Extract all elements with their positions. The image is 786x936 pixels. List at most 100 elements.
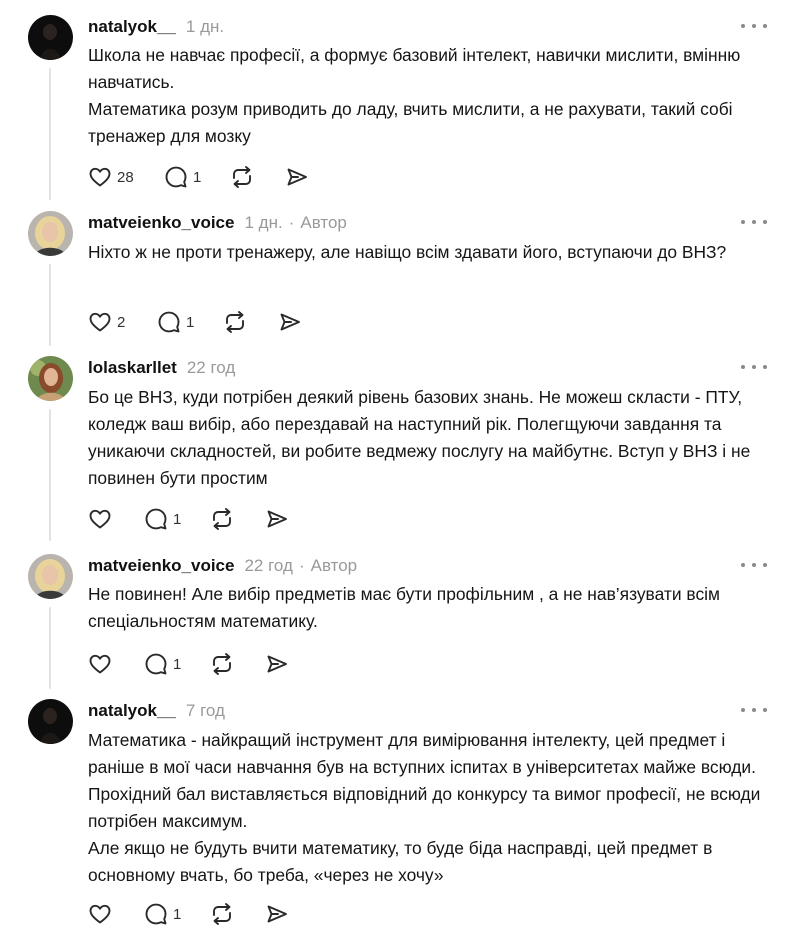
timestamp[interactable]: 1 дн. bbox=[244, 213, 282, 233]
repost-button[interactable] bbox=[229, 164, 255, 190]
timestamp[interactable]: 1 дн. bbox=[186, 17, 224, 37]
heart-icon bbox=[88, 902, 112, 926]
reply-button[interactable]: 1 bbox=[164, 164, 207, 190]
share-icon bbox=[285, 165, 309, 189]
repost-icon bbox=[209, 506, 235, 532]
reply-button[interactable]: 1 bbox=[157, 309, 200, 335]
author-badge: Автор bbox=[300, 213, 347, 232]
like-button[interactable]: 2 bbox=[88, 309, 133, 335]
avatar[interactable] bbox=[28, 356, 73, 401]
post-text: Бо це ВНЗ, куди потрібен деякий рівень б… bbox=[88, 384, 773, 492]
timestamp[interactable]: 22 год bbox=[187, 358, 235, 378]
heart-icon bbox=[88, 652, 112, 676]
heart-icon bbox=[88, 507, 112, 531]
username[interactable]: natalyok__ bbox=[88, 17, 176, 37]
post-paragraph: Ніхто ж не проти тренажеру, але навіщо в… bbox=[88, 242, 727, 262]
reply-count: 1 bbox=[193, 168, 202, 186]
repost-icon bbox=[209, 901, 235, 927]
repost-button[interactable] bbox=[222, 309, 248, 335]
more-icon bbox=[741, 24, 745, 28]
timestamp[interactable]: 7 год bbox=[186, 701, 225, 721]
share-icon bbox=[265, 902, 289, 926]
more-icon bbox=[741, 563, 745, 567]
post-text: Ніхто ж не проти тренажеру, але навіщо в… bbox=[88, 239, 773, 266]
post-text: Математика - найкращий інструмент для ви… bbox=[88, 727, 773, 889]
repost-icon bbox=[229, 164, 255, 190]
username[interactable]: lolaskarllet bbox=[88, 358, 177, 378]
comment-icon bbox=[144, 652, 168, 676]
post-text: Не повинен! Але вибір предметів має бути… bbox=[88, 581, 773, 635]
more-options-button[interactable] bbox=[741, 704, 767, 716]
avatar[interactable] bbox=[28, 699, 73, 744]
avatar[interactable] bbox=[28, 211, 73, 256]
repost-icon bbox=[222, 309, 248, 335]
post-paragraph: Бо це ВНЗ, куди потрібен деякий рівень б… bbox=[88, 387, 751, 488]
reply-button[interactable]: 1 bbox=[144, 901, 187, 927]
action-bar: 1 bbox=[88, 506, 289, 532]
repost-button[interactable] bbox=[209, 901, 235, 927]
share-button[interactable] bbox=[265, 901, 289, 927]
more-icon bbox=[741, 220, 745, 224]
post-paragraph: Не повинен! Але вибір предметів має бути… bbox=[88, 584, 720, 631]
timestamp[interactable]: 22 год bbox=[244, 556, 292, 576]
action-bar: 2 1 bbox=[88, 309, 302, 335]
reply-count: 1 bbox=[173, 905, 182, 923]
share-button[interactable] bbox=[278, 309, 302, 335]
username[interactable]: matveienko_voice bbox=[88, 556, 234, 576]
action-bar: 28 1 bbox=[88, 164, 309, 190]
like-button[interactable] bbox=[88, 901, 112, 927]
heart-icon bbox=[88, 165, 112, 189]
post-paragraph: Математика - найкращий інструмент для ви… bbox=[88, 730, 761, 831]
avatar[interactable] bbox=[28, 15, 73, 60]
share-button[interactable] bbox=[265, 651, 289, 677]
comment-icon bbox=[157, 310, 181, 334]
like-button[interactable]: 28 bbox=[88, 164, 139, 190]
share-icon bbox=[278, 310, 302, 334]
repost-button[interactable] bbox=[209, 506, 235, 532]
post-header: natalyok__ 7 год bbox=[88, 699, 225, 723]
thread-line bbox=[49, 607, 51, 689]
more-options-button[interactable] bbox=[741, 20, 767, 32]
author-badge: Автор bbox=[310, 556, 358, 575]
post-header: matveienko_voice 22 год · Автор bbox=[88, 554, 357, 578]
separator-dot: · bbox=[298, 556, 305, 575]
more-options-button[interactable] bbox=[741, 361, 767, 373]
comment-icon bbox=[164, 165, 188, 189]
more-options-button[interactable] bbox=[741, 216, 767, 228]
comment-icon bbox=[144, 507, 168, 531]
post-paragraph: Але якщо не будуть вчити математику, то … bbox=[88, 838, 713, 885]
username[interactable]: matveienko_voice bbox=[88, 213, 234, 233]
like-count: 2 bbox=[117, 313, 126, 331]
post-header: natalyok__ 1 дн. bbox=[88, 15, 224, 39]
reply-count: 1 bbox=[186, 313, 195, 331]
reply-count: 1 bbox=[173, 655, 182, 673]
action-bar: 1 bbox=[88, 651, 289, 677]
more-icon bbox=[741, 708, 745, 712]
share-icon bbox=[265, 652, 289, 676]
post-text: Школа не навчає професії, а формує базов… bbox=[88, 42, 773, 150]
reply-count: 1 bbox=[173, 510, 182, 528]
reply-button[interactable]: 1 bbox=[144, 506, 187, 532]
username[interactable]: natalyok__ bbox=[88, 701, 176, 721]
thread-line bbox=[49, 68, 51, 200]
share-button[interactable] bbox=[285, 164, 309, 190]
heart-icon bbox=[88, 310, 112, 334]
like-count: 28 bbox=[117, 168, 134, 186]
like-button[interactable] bbox=[88, 651, 112, 677]
repost-icon bbox=[209, 651, 235, 677]
thread-line bbox=[49, 264, 51, 346]
comment-icon bbox=[144, 902, 168, 926]
post-paragraph: Школа не навчає професії, а формує базов… bbox=[88, 45, 741, 92]
share-icon bbox=[265, 507, 289, 531]
share-button[interactable] bbox=[265, 506, 289, 532]
action-bar: 1 bbox=[88, 901, 289, 927]
more-options-button[interactable] bbox=[741, 559, 767, 571]
reply-button[interactable]: 1 bbox=[144, 651, 187, 677]
post-paragraph: Математика розум приводить до ладу, вчит… bbox=[88, 99, 733, 146]
repost-button[interactable] bbox=[209, 651, 235, 677]
avatar[interactable] bbox=[28, 554, 73, 599]
more-icon bbox=[741, 365, 745, 369]
separator-dot: · bbox=[288, 213, 295, 232]
post-header: lolaskarllet 22 год bbox=[88, 356, 235, 380]
like-button[interactable] bbox=[88, 506, 112, 532]
